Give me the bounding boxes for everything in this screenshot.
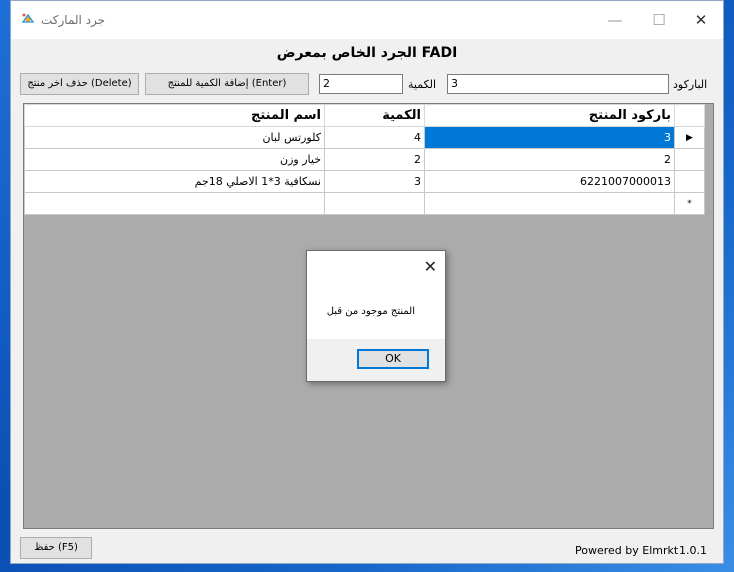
close-button[interactable]: ✕ <box>679 1 723 39</box>
row-indicator <box>674 170 705 193</box>
maximize-button[interactable]: ☐ <box>637 1 681 39</box>
table-row[interactable]: 2 2 خيار وزن <box>24 148 705 171</box>
dialog-message: المنتج موجود من قبل <box>326 306 415 317</box>
new-row-asterisk-icon: * <box>674 192 705 215</box>
quantity-input[interactable]: 2 <box>319 74 403 94</box>
powered-by-text: Powered by Elmrkt <box>575 544 679 557</box>
window-title: جرد الماركت <box>41 13 106 27</box>
cell-barcode[interactable]: 2 <box>424 148 675 171</box>
cell-quantity[interactable]: 2 <box>324 148 425 171</box>
row-header-corner <box>674 104 705 127</box>
cell-quantity-new[interactable] <box>324 192 425 215</box>
cell-quantity[interactable]: 3 <box>324 170 425 193</box>
products-table: باركود المنتج الكمية اسم المنتج ▶ 3 4 كل… <box>24 104 705 215</box>
message-dialog: ✕ المنتج موجود من قبل OK <box>306 250 446 382</box>
quantity-label: الكمية <box>408 78 437 91</box>
cell-barcode-new[interactable] <box>424 192 675 215</box>
column-header-barcode[interactable]: باركود المنتج <box>424 104 675 127</box>
barcode-label: الباركود <box>673 78 708 91</box>
row-indicator <box>674 148 705 171</box>
cell-name[interactable]: كلورتس لبان <box>24 126 325 149</box>
ok-button[interactable]: OK <box>357 349 429 369</box>
table-row[interactable]: 6221007000013 3 نسكافية 3*1 الاصلي 18جم <box>24 170 705 193</box>
row-indicator-icon: ▶ <box>674 126 705 149</box>
version-text: 1.0.1 <box>679 544 707 557</box>
delete-last-button[interactable]: حذف اخر منتج (Delete) <box>20 73 139 95</box>
dialog-footer: OK <box>307 339 445 381</box>
column-header-quantity[interactable]: الكمية <box>324 104 425 127</box>
cell-barcode[interactable]: 3 <box>424 126 675 149</box>
cell-barcode[interactable]: 6221007000013 <box>424 170 675 193</box>
cell-name[interactable]: خيار وزن <box>24 148 325 171</box>
barcode-input[interactable]: 3 <box>447 74 669 94</box>
cell-name[interactable]: نسكافية 3*1 الاصلي 18جم <box>24 170 325 193</box>
title-bar: جرد الماركت — ☐ ✕ <box>11 1 723 39</box>
table-row[interactable]: ▶ 3 4 كلورتس لبان <box>24 126 705 149</box>
cell-quantity[interactable]: 4 <box>324 126 425 149</box>
new-row[interactable]: * <box>24 192 705 215</box>
cell-name-new[interactable] <box>24 192 325 215</box>
table-header-row: باركود المنتج الكمية اسم المنتج <box>24 104 705 127</box>
page-title: الجرد الخاص بمعرض FADI <box>276 45 458 61</box>
column-header-name[interactable]: اسم المنتج <box>24 104 325 127</box>
minimize-button[interactable]: — <box>593 1 637 39</box>
dialog-close-icon[interactable]: ✕ <box>424 257 437 276</box>
app-icon <box>21 13 35 23</box>
save-button[interactable]: حفظ (F5) <box>20 537 92 559</box>
add-quantity-button[interactable]: إضافة الكمية للمنتج (Enter) <box>145 73 309 95</box>
